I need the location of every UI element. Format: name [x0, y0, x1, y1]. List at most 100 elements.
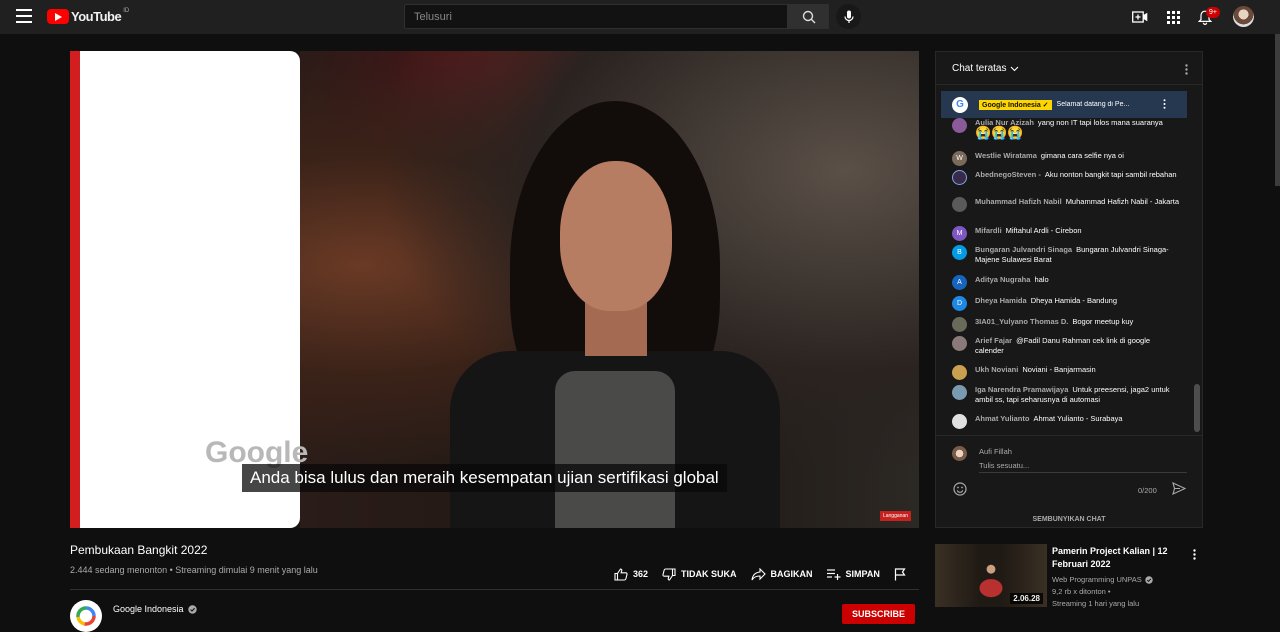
more-vertical-icon	[1193, 549, 1196, 560]
google-avatar-icon: G	[952, 96, 968, 113]
video-player[interactable]: Google Anda bisa lulus dan meraih kesemp…	[70, 51, 919, 528]
chat-author[interactable]: Ukh Noviani	[975, 365, 1018, 374]
chat-author-avatar[interactable]	[952, 385, 967, 400]
chat-text: halo	[1034, 275, 1049, 284]
more-vertical-icon	[1163, 98, 1166, 109]
search-icon	[802, 10, 815, 23]
pinned-author: Google Indonesia	[982, 101, 1041, 109]
chat-author[interactable]: Ahmat Yulianto	[975, 414, 1029, 423]
search-input[interactable]	[405, 5, 787, 28]
google-g-icon	[76, 606, 96, 626]
voice-search-button[interactable]	[836, 4, 861, 29]
dislike-button[interactable]: TIDAK SUKA	[662, 567, 737, 581]
search-button[interactable]	[788, 4, 829, 29]
notification-badge: 9+	[1206, 7, 1220, 18]
chat-message: Aulia Nur Azizah yang non IT tapi lolos m…	[952, 118, 1180, 140]
youtube-play-icon	[47, 9, 69, 24]
chat-text: Noviani - Banjarmasin	[1022, 365, 1096, 374]
report-button[interactable]	[894, 567, 911, 581]
current-user-avatar	[952, 446, 967, 461]
char-counter: 0/200	[1138, 486, 1157, 495]
chat-author-avatar[interactable]	[952, 197, 967, 212]
chat-message: Arief Fajar @Fadil Danu Rahman cek link d…	[952, 336, 1180, 356]
video-actions: 362 TIDAK SUKA BAGIKAN SIMPAN	[614, 566, 925, 582]
apps-button[interactable]	[1163, 7, 1183, 27]
chat-author[interactable]: Arief Fajar	[975, 336, 1012, 345]
chat-author-avatar[interactable]	[952, 118, 967, 133]
chat-header: Chat teratas	[936, 52, 1202, 85]
chat-author-avatar[interactable]: A	[952, 275, 967, 290]
video-red-bar	[70, 51, 80, 528]
recommended-thumbnail[interactable]: 2.06.28	[935, 544, 1047, 607]
channel-name[interactable]: Google Indonesia	[113, 604, 197, 614]
pinned-more-button[interactable]	[1163, 96, 1166, 114]
menu-icon[interactable]	[16, 9, 32, 23]
chat-scrollbar[interactable]	[1194, 384, 1200, 432]
recommended-title[interactable]: Pamerin Project Kalian | 12 Februari 202…	[1052, 545, 1180, 571]
chat-author[interactable]: Aditya Nugraha	[975, 275, 1030, 284]
chat-author[interactable]: Iga Narendra Pramawijaya	[975, 385, 1068, 394]
chat-mode-label: Chat teratas	[952, 63, 1007, 74]
chat-author-avatar[interactable]	[952, 170, 967, 185]
chat-author-avatar[interactable]	[952, 414, 967, 429]
recommended-more-button[interactable]	[1193, 547, 1196, 565]
recommended-video[interactable]: 2.06.28 Pamerin Project Kalian | 12 Febr…	[935, 544, 1203, 616]
chat-text: yang non IT tapi lolos mana suaranya	[1037, 118, 1163, 127]
chat-author[interactable]: Bungaran Julvandri Sinaga	[975, 245, 1072, 254]
chat-message: D Dheya Hamida Dheya Hamida - Bandung	[952, 296, 1180, 311]
thumbs-up-icon	[614, 567, 628, 581]
emoji-button[interactable]	[953, 482, 967, 501]
chat-more-button[interactable]	[1185, 62, 1188, 80]
page-scrollbar[interactable]	[1275, 34, 1280, 186]
chat-author-avatar[interactable]	[952, 317, 967, 332]
chat-author-avatar[interactable]: W	[952, 151, 967, 166]
send-icon	[1172, 482, 1187, 495]
subscribe-watermark[interactable]: Langganan	[879, 511, 911, 521]
recommended-channel[interactable]: Web Programming UNPAS	[1052, 575, 1153, 584]
chat-message: W Westlie Wiratama gimana cara selfie nya…	[952, 151, 1180, 166]
chat-author[interactable]: 3IA01_Yulyano Thomas D.	[975, 317, 1068, 326]
chat-message: A Aditya Nugraha halo	[952, 275, 1180, 290]
chat-message: M Mifardli Miftahul Ardli - Cirebon	[952, 226, 1180, 241]
hide-chat-button[interactable]: SEMBUNYIKAN CHAT	[936, 516, 1202, 523]
pinned-message[interactable]: G Google Indonesia ✓ Selamat datang di P…	[941, 91, 1187, 118]
share-button[interactable]: BAGIKAN	[750, 567, 813, 581]
apps-grid-icon	[1166, 10, 1180, 24]
verified-check-icon	[1145, 575, 1153, 584]
chat-message: Ahmat Yulianto Ahmat Yulianto - Surabaya	[952, 414, 1180, 429]
chat-author-avatar[interactable]: M	[952, 226, 967, 241]
chat-message: 3IA01_Yulyano Thomas D. Bogor meetup kuy	[952, 317, 1180, 332]
video-duration: 2.06.28	[1010, 593, 1043, 604]
chat-text: Dheya Hamida - Bandung	[1030, 296, 1117, 305]
recommended-channel-name: Web Programming UNPAS	[1052, 575, 1142, 584]
current-user-name: Aufi Fillah	[979, 447, 1012, 456]
microphone-icon	[843, 10, 854, 23]
more-vertical-icon	[1185, 64, 1188, 75]
chat-text: Aku nonton bangkit tapi sambil rebahan	[1044, 170, 1177, 179]
chat-author[interactable]: Mifardli	[975, 226, 1002, 235]
chat-message-input[interactable]	[979, 459, 1187, 473]
chat-author-avatar[interactable]: B	[952, 245, 967, 260]
chat-author[interactable]: Dheya Hamida	[975, 296, 1027, 305]
chat-emoji: 😭😭😭	[975, 125, 1024, 140]
chat-author-avatar[interactable]	[952, 336, 967, 351]
send-button[interactable]	[1172, 482, 1187, 500]
logo-wordmark: YouTube	[71, 9, 122, 24]
channel-avatar[interactable]	[70, 600, 102, 632]
subscribe-button[interactable]: SUBSCRIBE	[842, 604, 915, 624]
account-avatar[interactable]	[1233, 6, 1254, 27]
chat-author[interactable]: Muhammad Hafizh Nabil	[975, 197, 1062, 206]
dislike-label: TIDAK SUKA	[681, 569, 737, 579]
add-to-playlist-icon	[826, 569, 841, 580]
chat-author-avatar[interactable]	[952, 365, 967, 380]
chat-input-area: Aufi Fillah 0/200 SEMBUNYIKAN CHAT	[936, 435, 1202, 530]
like-button[interactable]: 362	[614, 567, 648, 581]
chat-author[interactable]: Westlie Wiratama	[975, 151, 1037, 160]
chat-mode-dropdown[interactable]: Chat teratas	[952, 63, 1019, 74]
thumbs-down-icon	[662, 567, 676, 581]
chat-author-avatar[interactable]: D	[952, 296, 967, 311]
create-video-button[interactable]	[1130, 7, 1150, 27]
chat-author[interactable]: AbednegoSteven -	[975, 170, 1041, 179]
youtube-logo[interactable]: YouTube ID	[47, 8, 129, 24]
save-button[interactable]: SIMPAN	[826, 568, 880, 580]
